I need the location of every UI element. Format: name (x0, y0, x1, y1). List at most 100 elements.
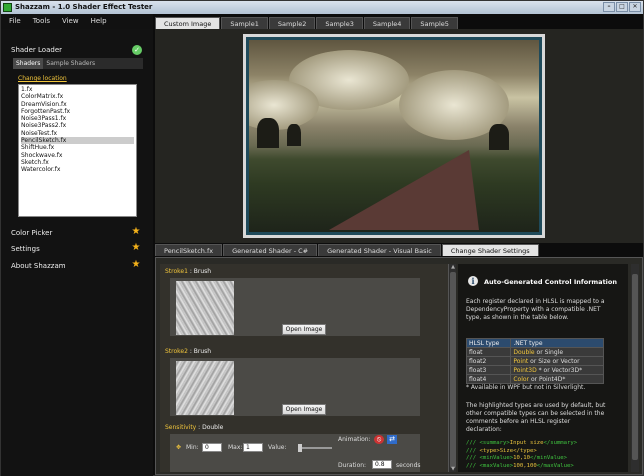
table-row: float4 Color or Point4D* (465, 374, 604, 384)
animation-label: Animation: (338, 436, 371, 443)
tab-generated-csharp[interactable]: Generated Shader - C# (223, 244, 318, 256)
tab-shaders[interactable]: Shaders (13, 58, 44, 69)
menu-help[interactable]: Help (85, 14, 113, 29)
title-bar: Shazzam - 1.0 Shader Effect Tester – □ ✕ (1, 1, 643, 14)
tab-sample5[interactable]: Sample5 (411, 17, 458, 29)
color-picker-heading[interactable]: Color Picker (11, 229, 52, 237)
app-icon (3, 3, 12, 12)
list-item[interactable]: ShiftHue.fx (21, 144, 134, 151)
list-item[interactable]: Shockwave.fx (21, 152, 134, 159)
menu-view[interactable]: View (56, 14, 85, 29)
list-item[interactable]: 1.fx (21, 86, 134, 93)
menu-tools[interactable]: Tools (27, 14, 56, 29)
app-window: Shazzam - 1.0 Shader Effect Tester – □ ✕… (0, 0, 644, 476)
duration-input[interactable]: 0.8 (372, 460, 392, 469)
about-heading[interactable]: About Shazzam (11, 262, 66, 270)
sensitivity-controls: ✥ Min: 0 Max: 1 Value: Animation: ⦸ ⇄ Du… (170, 434, 421, 472)
change-location-link[interactable]: Change location (18, 75, 67, 82)
star-icon: ★ (131, 226, 141, 237)
info-scrollbar[interactable] (631, 264, 639, 472)
tab-pencilsketch-fx[interactable]: PencilSketch.fx (155, 244, 223, 256)
bounce-animation-icon[interactable]: ⇄ (387, 435, 397, 444)
tab-sample4[interactable]: Sample4 (363, 17, 411, 29)
list-item[interactable]: NoiseTest.fx (21, 130, 134, 137)
stroke1-label: Stroke1 (165, 268, 188, 275)
stroke1-brush-image (176, 281, 234, 335)
info-paragraph-2: The highlighted types are used by defaul… (466, 402, 606, 433)
info-footnote: * Available in WPF but not in Silverligh… (466, 384, 586, 391)
table-row: float3 Point3D * or Vector3D* (465, 365, 604, 375)
scroll-thumb[interactable] (632, 274, 638, 460)
tab-sample2[interactable]: Sample2 (268, 17, 316, 29)
star-icon: ★ (131, 259, 141, 270)
list-item[interactable]: Noise3Pass1.fx (21, 115, 134, 122)
shader-settings-panel: Stroke1 : Brush Open Image Stroke2 : Bru… (155, 257, 643, 475)
value-slider[interactable] (298, 444, 332, 452)
minimize-button[interactable]: – (603, 2, 615, 12)
list-item[interactable]: Watercolor.fx (21, 166, 134, 173)
shader-tabs: Shaders Sample Shaders (13, 58, 143, 69)
parameter-panel: Stroke1 : Brush Open Image Stroke2 : Bru… (160, 264, 448, 472)
code-sample: /// <summary>Input size</summary> /// <t… (466, 440, 578, 469)
stroke1-brush-box: Open Image (170, 278, 420, 336)
sensitivity-bullet-icon: ✥ (176, 444, 182, 451)
max-label: Max: (228, 444, 243, 451)
scroll-up-icon[interactable]: ▲ (449, 264, 457, 270)
image-tabs: Custom Image Sample1 Sample2 Sample3 Sam… (155, 17, 459, 29)
min-input[interactable]: 0 (202, 443, 222, 452)
check-icon: ✓ (132, 45, 142, 55)
info-paragraph: Each register declared in HLSL is mapped… (466, 298, 605, 321)
list-item-selected[interactable]: PencilSketch.fx (21, 137, 134, 145)
sidebar: Shader Loader ✓ Shaders Sample Shaders C… (1, 29, 153, 476)
stop-animation-icon[interactable]: ⦸ (374, 435, 384, 444)
stroke2-type: : Brush (187, 348, 212, 355)
list-item[interactable]: ForgottenPast.fx (21, 108, 134, 115)
duration-label: Duration: (338, 462, 367, 469)
type-mapping-table: HLSL type .NET type float Double or Sing… (465, 338, 604, 384)
list-item[interactable]: ColorMatrix.fx (21, 93, 134, 100)
close-button[interactable]: ✕ (629, 2, 641, 12)
tab-generated-vb[interactable]: Generated Shader - Visual Basic (318, 244, 441, 256)
tab-sample3[interactable]: Sample3 (316, 17, 363, 29)
preview-image (246, 37, 542, 235)
tab-sample-shaders[interactable]: Sample Shaders (43, 58, 98, 69)
scroll-down-icon[interactable]: ▼ (449, 466, 457, 472)
tab-change-shader-settings[interactable]: Change Shader Settings (441, 244, 539, 256)
info-panel: i Auto-Generated Control Information Eac… (458, 264, 628, 472)
table-row: float2 Point or Size or Vector (465, 356, 604, 366)
shader-loader-heading[interactable]: Shader Loader (11, 46, 62, 54)
parameter-scrollbar[interactable]: ▲ ▼ (448, 264, 456, 472)
open-image-button[interactable]: Open Image (282, 324, 326, 335)
min-label: Min: (186, 444, 199, 451)
lower-tabs: PencilSketch.fx Generated Shader - C# Ge… (155, 244, 540, 256)
open-image-button[interactable]: Open Image (282, 404, 326, 415)
info-icon: i (468, 276, 478, 286)
stroke2-brush-image (176, 361, 234, 415)
seconds-label: seconds (396, 462, 421, 469)
menu-bar: File Tools View Help (1, 14, 153, 29)
info-title: Auto-Generated Control Information (484, 278, 617, 286)
slider-thumb[interactable] (298, 444, 302, 452)
list-item[interactable]: Sketch.fx (21, 159, 134, 166)
table-header: .NET type (510, 338, 604, 348)
image-frame (243, 34, 545, 238)
sensitivity-type: : Double (196, 424, 224, 431)
list-item[interactable]: DreamVision.fx (21, 101, 134, 108)
list-item[interactable]: Noise3Pass2.fx (21, 122, 134, 129)
maximize-button[interactable]: □ (616, 2, 628, 12)
star-icon: ★ (131, 242, 141, 253)
stroke2-label: Stroke2 (165, 348, 188, 355)
stroke1-type: : Brush (187, 268, 212, 275)
shader-file-list[interactable]: 1.fx ColorMatrix.fx DreamVision.fx Forgo… (18, 84, 137, 217)
window-title: Shazzam - 1.0 Shader Effect Tester (15, 3, 153, 11)
menu-file[interactable]: File (1, 14, 27, 29)
scroll-thumb[interactable] (450, 272, 456, 468)
stroke2-brush-box: Open Image (170, 358, 420, 416)
value-label: Value: (268, 444, 287, 451)
max-input[interactable]: 1 (243, 443, 263, 452)
settings-heading[interactable]: Settings (11, 245, 40, 253)
tab-sample1[interactable]: Sample1 (221, 17, 268, 29)
table-header: HLSL type (465, 338, 512, 348)
image-preview-area (155, 29, 643, 243)
tab-custom-image[interactable]: Custom Image (155, 17, 221, 29)
